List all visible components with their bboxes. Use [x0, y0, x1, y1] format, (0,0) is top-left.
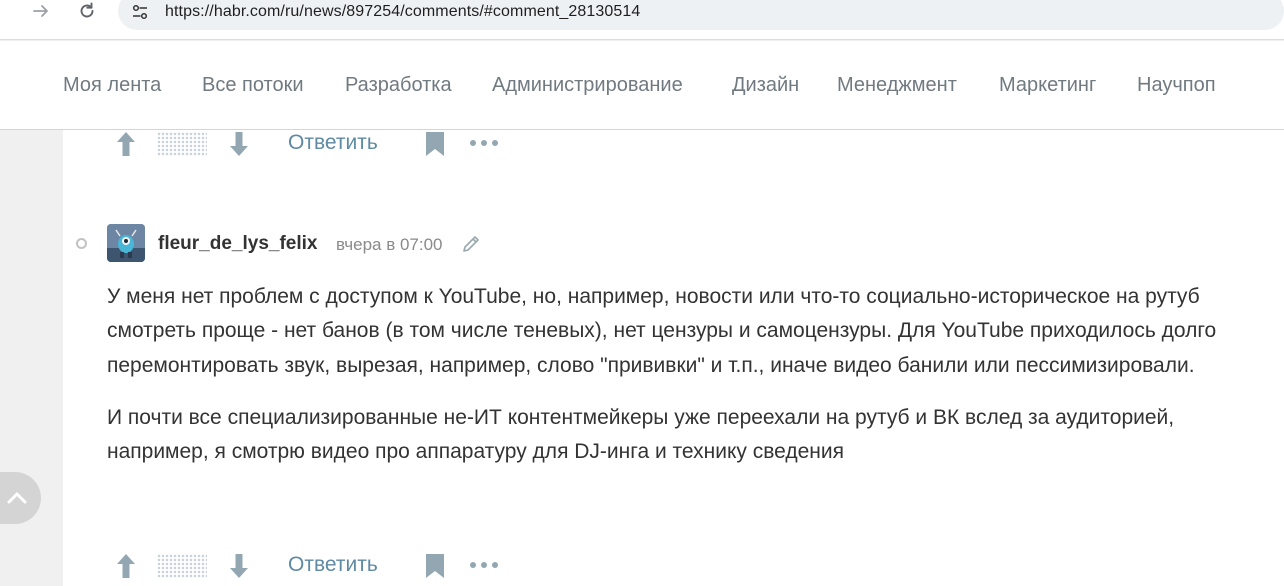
comment-author[interactable]: fleur_de_lys_felix	[158, 233, 317, 255]
browser-toolbar: https://habr.com/ru/news/897254/comments…	[0, 0, 1284, 40]
reply-button[interactable]: Ответить	[288, 131, 378, 155]
thread-marker[interactable]	[76, 238, 87, 249]
habr-flows-nav: Моя лента Все потоки Разработка Админист…	[0, 41, 1284, 130]
more-icon[interactable]	[468, 557, 500, 573]
vote-down-icon[interactable]	[228, 131, 250, 157]
nav-development[interactable]: Разработка	[345, 74, 452, 97]
comment-time[interactable]: вчера в 07:00	[336, 235, 443, 255]
nav-popsci[interactable]: Научпоп	[1137, 74, 1216, 97]
score-hidden	[157, 554, 207, 578]
scroll-to-top-button[interactable]	[0, 472, 41, 524]
prev-comment-actions: Ответить	[63, 129, 543, 159]
bookmark-icon[interactable]	[425, 553, 445, 579]
arrow-forward-icon[interactable]	[28, 0, 54, 22]
reply-button[interactable]: Ответить	[288, 553, 378, 577]
reload-icon[interactable]	[74, 0, 100, 22]
nav-management[interactable]: Менеджмент	[837, 74, 957, 97]
url-text[interactable]: https://habr.com/ru/news/897254/comments…	[165, 3, 640, 21]
nav-design[interactable]: Дизайн	[732, 74, 799, 97]
site-info-icon[interactable]	[131, 3, 149, 21]
comment-paragraph: У меня нет проблем с доступом к YouTube,…	[107, 285, 1217, 377]
bookmark-icon[interactable]	[425, 131, 445, 157]
more-icon[interactable]	[468, 135, 500, 151]
nav-administration[interactable]: Администрирование	[492, 74, 683, 97]
comment-actions: Ответить	[63, 551, 543, 581]
nav-my-feed[interactable]: Моя лента	[63, 74, 161, 97]
comment-paragraph: И почти все специализированные не-ИТ кон…	[107, 405, 1175, 464]
avatar[interactable]	[107, 224, 145, 262]
nav-marketing[interactable]: Маркетинг	[999, 74, 1096, 97]
vote-up-icon[interactable]	[115, 553, 137, 579]
pencil-icon	[461, 234, 481, 254]
comments-section: Ответить fleur_de_lys_felix вчера в 07:0…	[63, 130, 1284, 586]
vote-down-icon[interactable]	[228, 553, 250, 579]
score-hidden	[157, 132, 207, 156]
comment-body: У меня нет проблем с доступом к YouTube,…	[107, 280, 1257, 487]
chevron-up-icon	[7, 492, 27, 504]
comment-header: fleur_de_lys_felix вчера в 07:00	[107, 224, 707, 264]
vote-up-icon[interactable]	[115, 131, 137, 157]
nav-all-flows[interactable]: Все потоки	[202, 74, 304, 97]
